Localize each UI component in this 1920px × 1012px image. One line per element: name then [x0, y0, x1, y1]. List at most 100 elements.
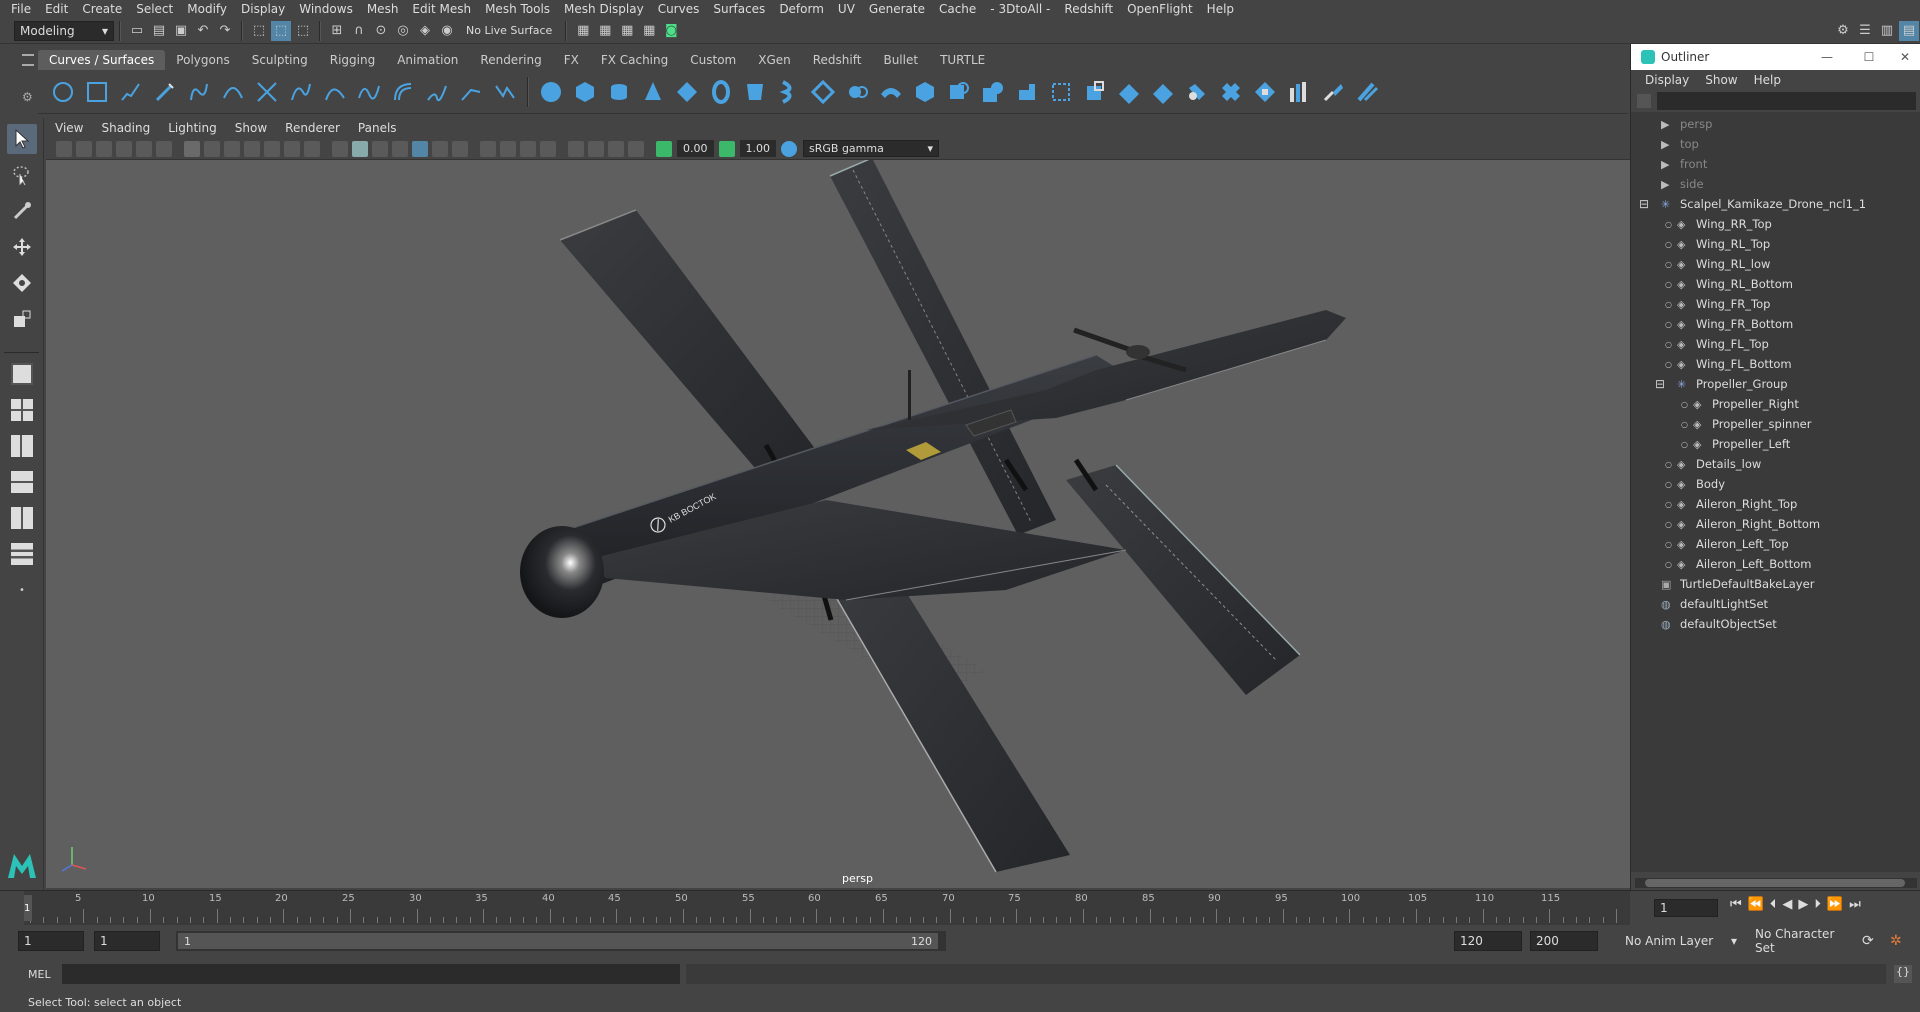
menu-mesh-tools[interactable]: Mesh Tools [478, 2, 557, 16]
persp-outliner-layout[interactable] [7, 431, 37, 461]
visibility-dot-icon[interactable]: ○ [1665, 240, 1672, 249]
menu-uv[interactable]: UV [831, 2, 862, 16]
untrim-icon[interactable] [1115, 78, 1143, 106]
outliner-item[interactable]: ▶ persp [1661, 114, 1712, 134]
render-view-icon[interactable]: ▦ [573, 21, 593, 41]
visibility-dot-icon[interactable]: ○ [1665, 540, 1672, 549]
shelf-tab-redshift[interactable]: Redshift [802, 50, 873, 70]
auto-key-icon[interactable]: ✲ [1890, 933, 1902, 949]
menu-select[interactable]: Select [129, 2, 180, 16]
toolbox-expand[interactable]: • [7, 575, 37, 605]
extend-surface-icon[interactable] [1319, 78, 1347, 106]
persp-outliner-graph-layout[interactable] [7, 539, 37, 569]
gamma-field[interactable]: 1.00 [739, 140, 776, 157]
grease-pencil-icon[interactable] [156, 140, 172, 157]
outliner-item[interactable]: ○ ◈ Propeller_Right [1681, 394, 1799, 414]
visibility-dot-icon[interactable]: ○ [1665, 480, 1672, 489]
range-slider[interactable]: 1 120 [176, 931, 946, 951]
menu-cache[interactable]: Cache [932, 2, 983, 16]
exposure-icon[interactable] [656, 140, 672, 157]
motion-blur-icon[interactable] [500, 140, 516, 157]
command-language-label[interactable]: MEL [28, 968, 51, 981]
menu-edit-mesh[interactable]: Edit Mesh [405, 2, 478, 16]
project-curve-icon[interactable] [1047, 78, 1075, 106]
curve-rebuild-icon[interactable] [355, 78, 383, 106]
shelf-tab-turtle[interactable]: TURTLE [929, 50, 996, 70]
snap-grid-icon[interactable]: ⊞ [327, 21, 347, 41]
nurbs-square-icon[interactable] [83, 78, 111, 106]
camera-lock-icon[interactable] [76, 140, 92, 157]
snap-curve-icon[interactable]: ∩ [349, 21, 369, 41]
lasso-tool[interactable] [7, 160, 37, 190]
extrude-icon[interactable] [843, 78, 871, 106]
textured-icon[interactable] [392, 140, 408, 157]
loft-icon[interactable] [775, 78, 803, 106]
layout-icon[interactable]: ▥ [1877, 21, 1897, 41]
wing-front-left-top[interactable] [560, 210, 816, 475]
boundary-icon[interactable] [911, 78, 939, 106]
birail-icon[interactable] [877, 78, 905, 106]
color-management-icon[interactable] [781, 140, 797, 157]
ep-curve-icon[interactable] [117, 78, 145, 106]
script-editor-icon[interactable]: {} [1894, 965, 1912, 983]
visibility-dot-icon[interactable]: ○ [1665, 520, 1672, 529]
outliner-item[interactable]: ◍ defaultLightSet [1661, 594, 1768, 614]
outliner-item[interactable]: ◍ defaultObjectSet [1661, 614, 1777, 634]
playback-end-field[interactable]: 120 [1454, 931, 1522, 951]
resolution-gate-icon[interactable] [224, 140, 240, 157]
visibility-dot-icon[interactable]: ○ [1665, 320, 1672, 329]
redo-icon[interactable]: ↷ [215, 21, 235, 41]
xray-icon[interactable] [412, 140, 428, 157]
curve-smooth-icon[interactable] [491, 78, 519, 106]
visibility-dot-icon[interactable]: ○ [1681, 420, 1688, 429]
camera-attributes-icon[interactable] [136, 140, 152, 157]
visibility-dot-icon[interactable]: ○ [1665, 360, 1672, 369]
undo-icon[interactable]: ↶ [193, 21, 213, 41]
visibility-dot-icon[interactable]: ○ [1665, 340, 1672, 349]
nurbs-cube-icon[interactable] [571, 78, 599, 106]
shelf-tab-fx[interactable]: FX [553, 50, 590, 70]
outliner-item[interactable]: ○ ◈ Wing_FR_Bottom [1665, 314, 1793, 334]
close-icon[interactable]: ✕ [1890, 50, 1920, 64]
safe-title-icon[interactable] [304, 140, 320, 157]
range-slider-handle[interactable]: 1 120 [178, 933, 938, 949]
four-view-layout[interactable] [7, 395, 37, 425]
shelf-tab-polygons[interactable]: Polygons [165, 50, 240, 70]
curve-offset-icon[interactable] [389, 78, 417, 106]
visibility-dot-icon[interactable]: ○ [1681, 400, 1688, 409]
image-plane-icon[interactable] [116, 140, 132, 157]
filter-icon[interactable] [1637, 94, 1651, 108]
outliner-item[interactable]: ○ ◈ Wing_RR_Top [1665, 214, 1772, 234]
outliner-item[interactable]: ○ ◈ Body [1665, 474, 1725, 494]
shelf-tab-sculpting[interactable]: Sculpting [241, 50, 319, 70]
field-chart-icon[interactable] [264, 140, 280, 157]
visibility-dot-icon[interactable]: ○ [1681, 440, 1688, 449]
bevel-plus-icon[interactable] [979, 78, 1007, 106]
outliner-item[interactable]: ○ ◈ Aileron_Right_Bottom [1665, 514, 1820, 534]
gate-mask-icon[interactable] [244, 140, 260, 157]
panel-menu-view[interactable]: View [46, 121, 92, 135]
shelf-tab-fx-caching[interactable]: FX Caching [590, 50, 679, 70]
go-to-start-icon[interactable]: ⏮ [1730, 897, 1742, 912]
panel-menu-shading[interactable]: Shading [92, 121, 159, 135]
outliner-item[interactable]: ○ ◈ Propeller_spinner [1681, 414, 1811, 434]
hypershade-layout[interactable] [7, 503, 37, 533]
outliner-toggle-icon[interactable]: ▤ [1899, 20, 1919, 41]
paint-select-tool[interactable] [7, 196, 37, 226]
pencil-curve-icon[interactable] [151, 78, 179, 106]
select-tool[interactable] [7, 124, 37, 154]
menu-deform[interactable]: Deform [772, 2, 831, 16]
grid-icon[interactable] [184, 140, 200, 157]
step-back-frame-icon[interactable]: ⏴ [1770, 897, 1777, 912]
shelf-tab-custom[interactable]: Custom [679, 50, 747, 70]
smooth-shade-icon[interactable] [352, 140, 368, 157]
shelf-tab-rigging[interactable]: Rigging [319, 50, 386, 70]
select-hierarchy-icon[interactable]: ⬚ [249, 21, 269, 41]
current-frame-field[interactable]: 1 [1654, 899, 1718, 917]
snap-live-icon[interactable]: ◉ [437, 21, 457, 41]
persp-graph-layout[interactable] [7, 467, 37, 497]
menu-generate[interactable]: Generate [862, 2, 932, 16]
shelf-settings-icon[interactable]: ⚙ [22, 90, 34, 104]
xray-active-icon[interactable] [608, 140, 624, 157]
curve-intersect-icon[interactable] [253, 78, 281, 106]
